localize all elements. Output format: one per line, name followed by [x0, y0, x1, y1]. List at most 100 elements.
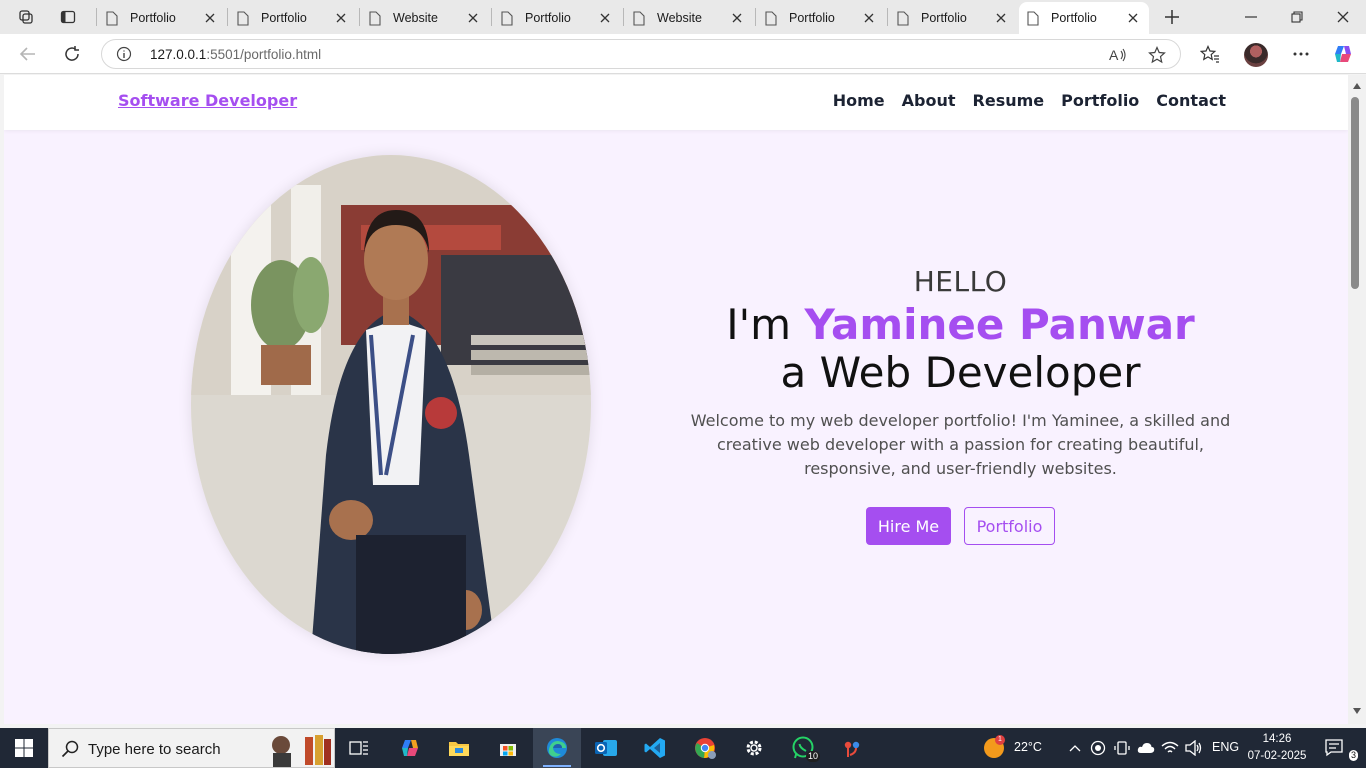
- tab-title: Website: [657, 11, 702, 25]
- tab-separator: [96, 8, 97, 26]
- site-brand-link[interactable]: Software Developer: [118, 91, 297, 110]
- clock-time: 14:26: [1262, 733, 1292, 745]
- page-viewport: Software Developer Home About Resume Por…: [4, 75, 1348, 724]
- notification-center-icon[interactable]: [1324, 739, 1346, 757]
- info-icon[interactable]: [116, 46, 132, 66]
- address-bar[interactable]: 127.0.0.1:5501/portfolio.html A: [101, 39, 1181, 69]
- scroll-down-arrow-icon[interactable]: [1352, 706, 1362, 716]
- more-options-icon[interactable]: [1286, 40, 1316, 68]
- page-scrollbar[interactable]: [1348, 75, 1366, 724]
- hero-greeting: HELLO: [913, 265, 1008, 298]
- tab-title: Portfolio: [1051, 11, 1097, 25]
- tab-title: Portfolio: [261, 11, 307, 25]
- settings-gear-icon[interactable]: [730, 728, 778, 768]
- tab-title: Portfolio: [130, 11, 176, 25]
- wifi-icon[interactable]: [1161, 739, 1179, 757]
- search-placeholder: Type here to search: [88, 741, 221, 758]
- svg-text:A: A: [1109, 47, 1119, 63]
- tab-separator: [227, 8, 228, 26]
- tab-separator: [887, 8, 888, 26]
- notification-count-badge: 3: [1348, 750, 1358, 761]
- read-aloud-icon[interactable]: A: [1106, 45, 1130, 65]
- close-icon[interactable]: [1125, 10, 1141, 26]
- task-view-icon[interactable]: [335, 728, 383, 768]
- device-icon[interactable]: [1113, 739, 1131, 757]
- new-tab-icon[interactable]: [1158, 5, 1186, 29]
- site-navbar: Software Developer Home About Resume Por…: [4, 75, 1348, 130]
- volume-icon[interactable]: [1185, 739, 1203, 757]
- windows-taskbar: Type here to search 10 1 22°C ENG 14:26 …: [0, 728, 1366, 768]
- page-icon: [106, 10, 120, 26]
- tab-title: Website: [393, 11, 438, 25]
- browser-tab-active[interactable]: Portfolio: [1019, 2, 1149, 34]
- search-icon: [61, 740, 79, 762]
- copilot-app-icon[interactable]: [386, 728, 434, 768]
- favorite-star-icon[interactable]: [1145, 45, 1169, 65]
- scrollbar-thumb[interactable]: [1351, 97, 1359, 289]
- tab-title: Portfolio: [921, 11, 967, 25]
- taskbar-clock[interactable]: 14:26 07-02-2025: [1247, 731, 1307, 765]
- hire-me-button[interactable]: Hire Me: [866, 507, 951, 545]
- nav-contact[interactable]: Contact: [1156, 91, 1226, 110]
- windows-start-icon[interactable]: [0, 728, 48, 768]
- browser-tab[interactable]: Portfolio: [757, 2, 885, 34]
- weather-temperature[interactable]: 22°C: [1014, 740, 1042, 754]
- show-hidden-icons-chevron-icon[interactable]: [1066, 739, 1084, 757]
- close-icon[interactable]: [465, 10, 481, 26]
- nav-home[interactable]: Home: [833, 91, 885, 110]
- favorites-icon[interactable]: [1195, 40, 1225, 68]
- url-host: 127.0.0.1: [150, 47, 207, 62]
- tab-separator: [623, 8, 624, 26]
- close-icon[interactable]: [729, 10, 745, 26]
- chrome-icon[interactable]: [681, 728, 729, 768]
- browser-tab[interactable]: Portfolio: [98, 2, 226, 34]
- close-icon[interactable]: [202, 10, 218, 26]
- hero-intro-line: I'm Yaminee Panwar: [688, 301, 1233, 349]
- refresh-icon[interactable]: [57, 40, 87, 68]
- browser-tab[interactable]: Portfolio: [229, 2, 357, 34]
- nav-about[interactable]: About: [902, 91, 956, 110]
- site-nav: Home About Resume Portfolio Contact: [833, 91, 1226, 110]
- close-icon[interactable]: [597, 10, 613, 26]
- nav-resume[interactable]: Resume: [973, 91, 1045, 110]
- page-icon: [237, 10, 251, 26]
- close-window-icon[interactable]: [1320, 4, 1366, 30]
- browser-tab[interactable]: Portfolio: [889, 2, 1017, 34]
- tab-actions-icon[interactable]: [54, 5, 82, 29]
- record-icon[interactable]: [1089, 739, 1107, 757]
- page-icon: [633, 10, 647, 26]
- scroll-up-arrow-icon[interactable]: [1352, 81, 1362, 91]
- portfolio-button[interactable]: Portfolio: [964, 507, 1055, 545]
- whatsapp-unread-badge: 10: [805, 751, 820, 762]
- onedrive-cloud-icon[interactable]: [1137, 739, 1155, 757]
- close-icon[interactable]: [333, 10, 349, 26]
- tab-title: Portfolio: [525, 11, 571, 25]
- clock-date: 07-02-2025: [1247, 750, 1307, 762]
- back-icon[interactable]: [13, 40, 43, 68]
- microsoft-store-icon[interactable]: [484, 728, 532, 768]
- outlook-icon[interactable]: [582, 728, 630, 768]
- nav-portfolio[interactable]: Portfolio: [1061, 91, 1139, 110]
- tab-strip: Portfolio Portfolio Website Portfolio We…: [0, 0, 1366, 34]
- workspaces-icon[interactable]: [12, 5, 40, 29]
- git-tool-icon[interactable]: [828, 728, 876, 768]
- minimize-icon[interactable]: [1228, 4, 1274, 30]
- input-language[interactable]: ENG: [1212, 740, 1239, 754]
- search-highlight-image: [272, 735, 331, 767]
- vscode-icon[interactable]: [631, 728, 679, 768]
- edge-browser-icon[interactable]: [533, 728, 581, 768]
- taskbar-search[interactable]: Type here to search: [48, 728, 335, 768]
- copilot-icon[interactable]: [1328, 40, 1358, 68]
- hero-role: a Web Developer: [780, 348, 1141, 397]
- browser-tab[interactable]: Website: [361, 2, 489, 34]
- browser-tab[interactable]: Website: [625, 2, 753, 34]
- close-icon[interactable]: [861, 10, 877, 26]
- profile-avatar[interactable]: [1244, 43, 1268, 67]
- whatsapp-icon[interactable]: 10: [779, 728, 827, 768]
- browser-tab[interactable]: Portfolio: [493, 2, 621, 34]
- tab-separator: [491, 8, 492, 26]
- tab-separator: [755, 8, 756, 26]
- close-icon[interactable]: [993, 10, 1009, 26]
- file-explorer-icon[interactable]: [435, 728, 483, 768]
- restore-icon[interactable]: [1274, 4, 1320, 30]
